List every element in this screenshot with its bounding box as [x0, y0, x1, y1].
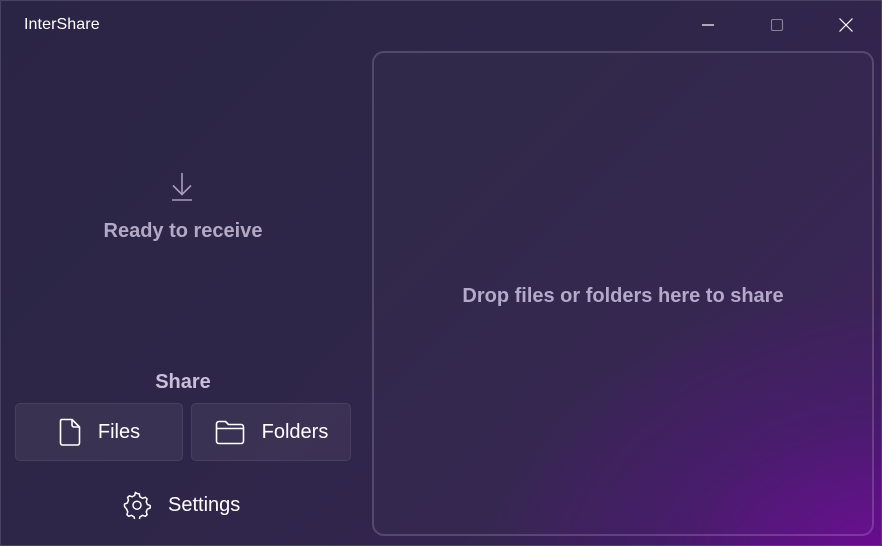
close-button[interactable] — [811, 1, 881, 49]
files-button[interactable]: Files — [15, 403, 183, 461]
files-button-label: Files — [97, 420, 141, 443]
app-window: InterShare Ready to receive Share Files — [0, 0, 882, 546]
folders-button-label: Folders — [261, 420, 329, 443]
gear-icon — [123, 491, 151, 519]
close-icon — [839, 18, 853, 32]
folders-button[interactable]: Folders — [191, 403, 351, 461]
drop-zone[interactable]: Drop files or folders here to share — [372, 51, 874, 536]
folder-icon — [215, 420, 244, 445]
settings-label: Settings — [168, 493, 241, 516]
minimize-button[interactable] — [673, 1, 743, 49]
share-heading: Share — [155, 371, 211, 393]
receive-status: Ready to receive — [103, 220, 263, 242]
maximize-button[interactable] — [742, 1, 812, 49]
download-icon — [169, 171, 195, 208]
file-icon — [59, 418, 81, 446]
drop-zone-text: Drop files or folders here to share — [462, 285, 784, 307]
maximize-icon — [770, 18, 784, 32]
minimize-icon — [702, 24, 714, 26]
settings-button[interactable]: Settings — [123, 489, 240, 521]
window-title: InterShare — [24, 16, 100, 33]
